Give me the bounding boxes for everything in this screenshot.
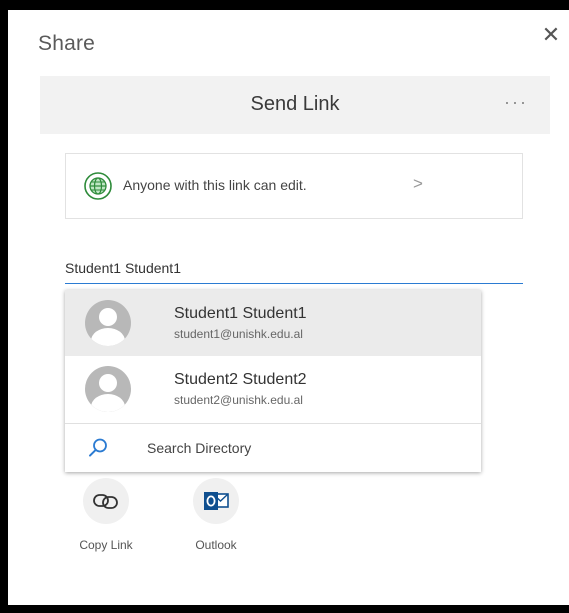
suggestion-name: Student1 Student1 bbox=[174, 305, 307, 322]
avatar bbox=[85, 300, 131, 346]
suggestion-email: student2@unishk.edu.al bbox=[174, 393, 303, 407]
avatar bbox=[85, 366, 131, 412]
suggestion-student1[interactable]: Student1 Student1 student1@unishk.edu.al bbox=[65, 290, 481, 356]
outlook-button[interactable]: Outlook bbox=[176, 478, 256, 552]
ellipsis-icon: ··· bbox=[504, 92, 528, 112]
more-options-button[interactable]: ··· bbox=[504, 92, 528, 113]
suggestion-student2[interactable]: Student2 Student2 student2@unishk.edu.al bbox=[65, 356, 481, 422]
copy-link-circle bbox=[83, 478, 129, 524]
copy-link-label: Copy Link bbox=[79, 538, 133, 552]
send-link-title: Send Link bbox=[250, 93, 340, 115]
globe-icon bbox=[84, 172, 112, 200]
link-permission-text: Anyone with this link can edit. bbox=[123, 177, 307, 193]
link-icon bbox=[93, 494, 118, 509]
send-link-header: Send Link ··· bbox=[40, 76, 550, 134]
share-panel: Share ✕ Send Link ··· Anyone with this l… bbox=[8, 10, 569, 605]
outlook-label: Outlook bbox=[195, 538, 237, 552]
copy-link-button[interactable]: Copy Link bbox=[66, 478, 146, 552]
panel-title: Share bbox=[38, 32, 96, 55]
outlook-circle bbox=[193, 478, 239, 524]
close-icon: ✕ bbox=[541, 22, 561, 47]
link-settings-button[interactable]: Anyone with this link can edit. > bbox=[65, 153, 523, 219]
search-icon bbox=[89, 438, 107, 457]
search-directory-button[interactable]: Search Directory bbox=[65, 424, 481, 472]
recipient-input[interactable] bbox=[65, 253, 523, 284]
search-directory-label: Search Directory bbox=[147, 440, 252, 456]
people-suggestions-dropdown: Student1 Student1 student1@unishk.edu.al… bbox=[65, 290, 481, 472]
outlook-icon bbox=[204, 492, 229, 510]
chevron-right-icon: > bbox=[413, 174, 423, 193]
close-button[interactable]: ✕ bbox=[540, 24, 562, 46]
suggestion-email: student1@unishk.edu.al bbox=[174, 327, 303, 341]
suggestion-name: Student2 Student2 bbox=[174, 371, 307, 388]
